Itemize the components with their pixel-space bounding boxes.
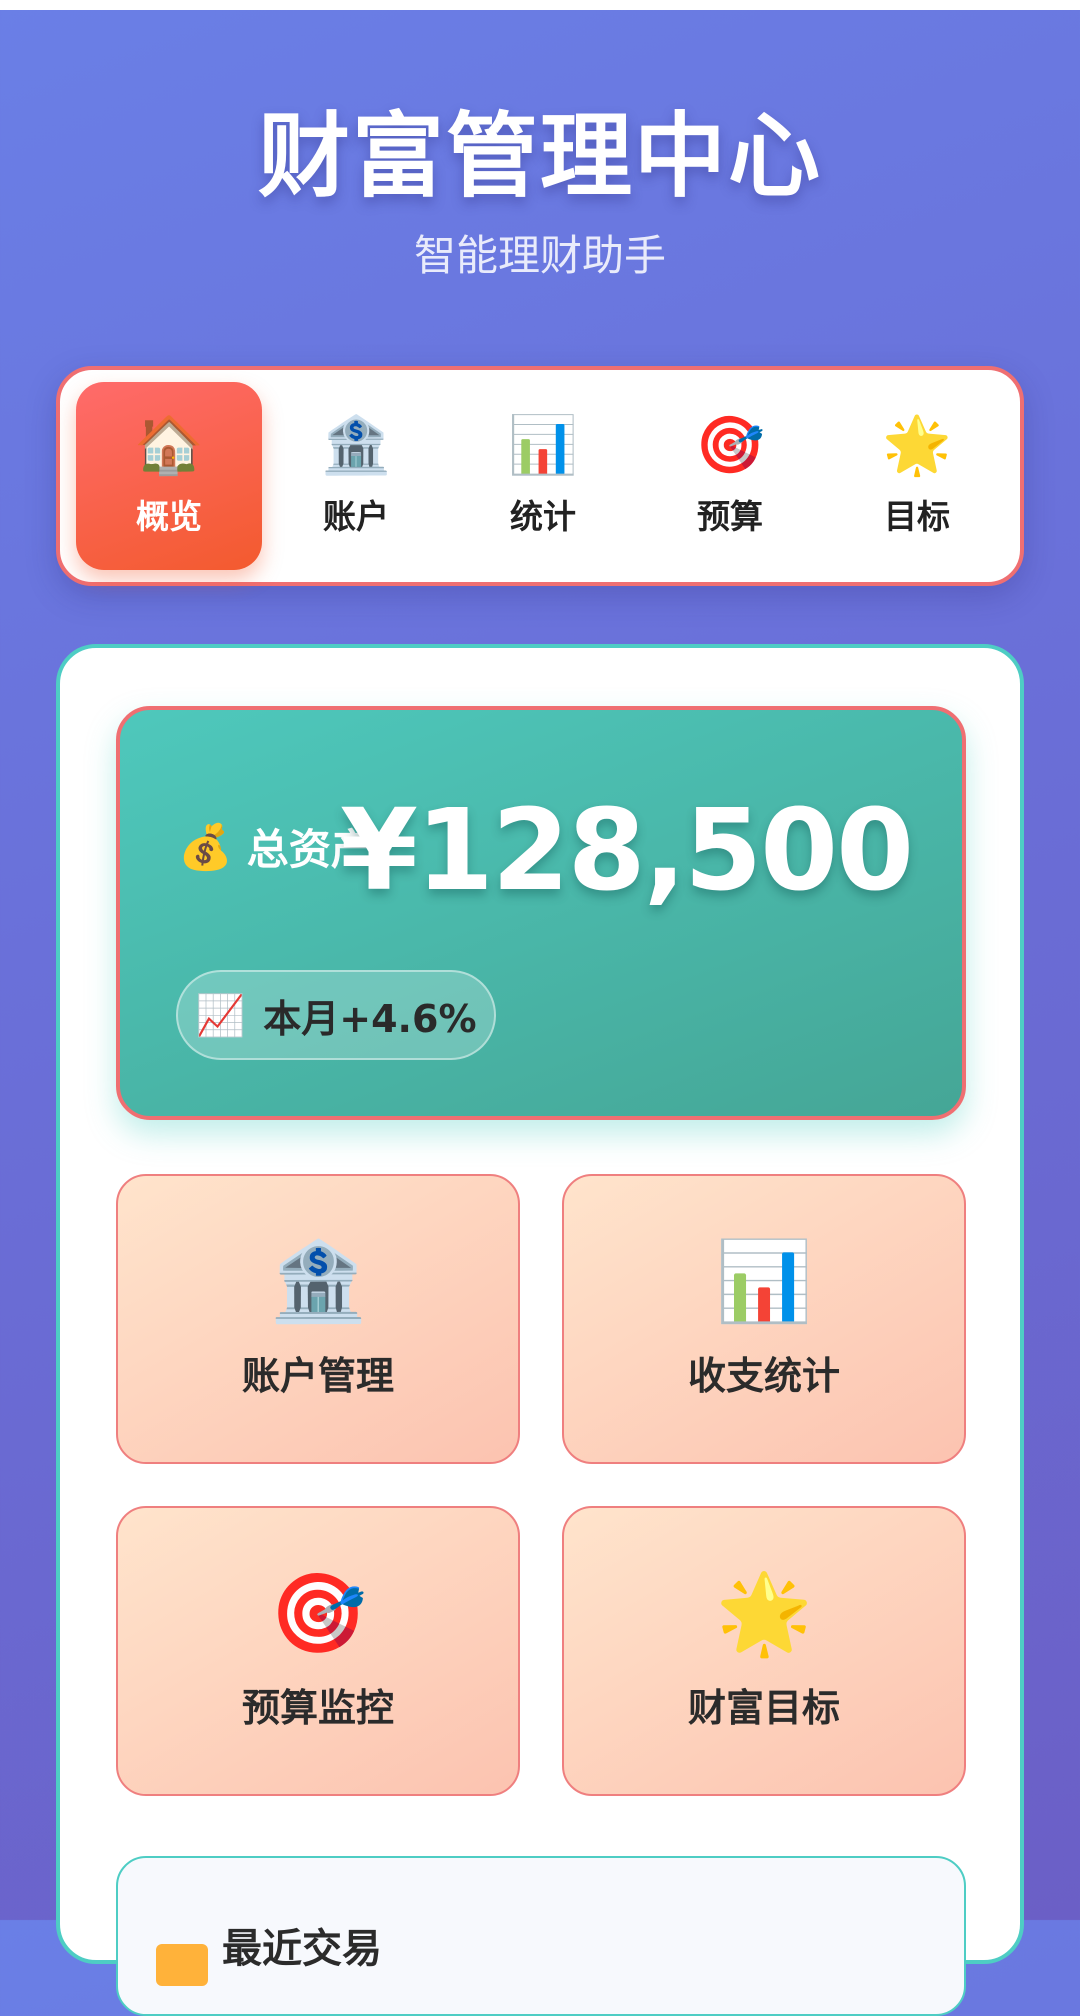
target-icon: 🎯 [269,1568,367,1659]
house-icon: 🏠 [134,413,204,478]
top-status-strip [0,0,1080,10]
tile-label: 财富目标 [687,1685,840,1730]
wealth-goals-tile[interactable]: 🌟 财富目标 [562,1506,966,1796]
tab-label: 预算 [697,497,763,536]
tile-label: 账户管理 [241,1353,394,1398]
bar-chart-icon: 📊 [508,413,578,478]
total-assets-card: 💰 总资产 ¥128,500 📈 本月+4.6% [116,706,966,1120]
target-icon: 🎯 [695,413,765,478]
tab-budget[interactable]: 🎯 预算 [637,382,823,570]
tab-statistics[interactable]: 📊 统计 [450,382,636,570]
tab-overview[interactable]: 🏠 概览 [76,382,262,570]
income-expense-stats-tile[interactable]: 📊 收支统计 [562,1174,966,1464]
recent-transactions-label: 最近交易 [222,1926,382,1972]
tab-goals[interactable]: 🌟 目标 [824,382,1010,570]
budget-monitor-tile[interactable]: 🎯 预算监控 [116,1506,520,1796]
app-title: 财富管理中心 [257,103,822,210]
app-subtitle: 智能理财助手 [413,231,666,280]
tab-label: 统计 [510,497,576,536]
bar-chart-icon: 📊 [715,1236,813,1327]
overview-panel: 💰 总资产 ¥128,500 📈 本月+4.6% 🏦 账户管理 📊 收支统计 🎯… [56,644,1024,2016]
account-management-tile[interactable]: 🏦 账户管理 [116,1174,520,1464]
tab-label: 概览 [136,497,202,536]
total-assets-value: ¥128,500 [339,786,914,916]
tile-label: 预算监控 [241,1685,394,1730]
monthly-change-badge: 📈 本月+4.6% [176,970,496,1060]
recent-transactions-title: 最近交易 [156,1904,382,1986]
tile-label: 收支统计 [687,1353,840,1398]
tab-label: 目标 [884,497,950,536]
bank-icon: 🏦 [269,1236,367,1327]
recent-transactions-section: 最近交易 [116,1856,966,2016]
money-bag-icon: 💰 [178,821,233,873]
tab-accounts[interactable]: 🏦 账户 [263,382,449,570]
nav-bar: 🏠 概览 🏦 账户 📊 统计 🎯 预算 🌟 目标 [56,366,1024,586]
tab-label: 账户 [323,497,389,536]
star-icon: 🌟 [882,413,952,478]
card-icon [156,1944,208,1986]
monthly-change-text: 本月+4.6% [263,996,477,1041]
star-icon: 🌟 [715,1568,813,1659]
trend-up-icon: 📈 [195,992,246,1039]
bank-icon: 🏦 [321,413,391,478]
